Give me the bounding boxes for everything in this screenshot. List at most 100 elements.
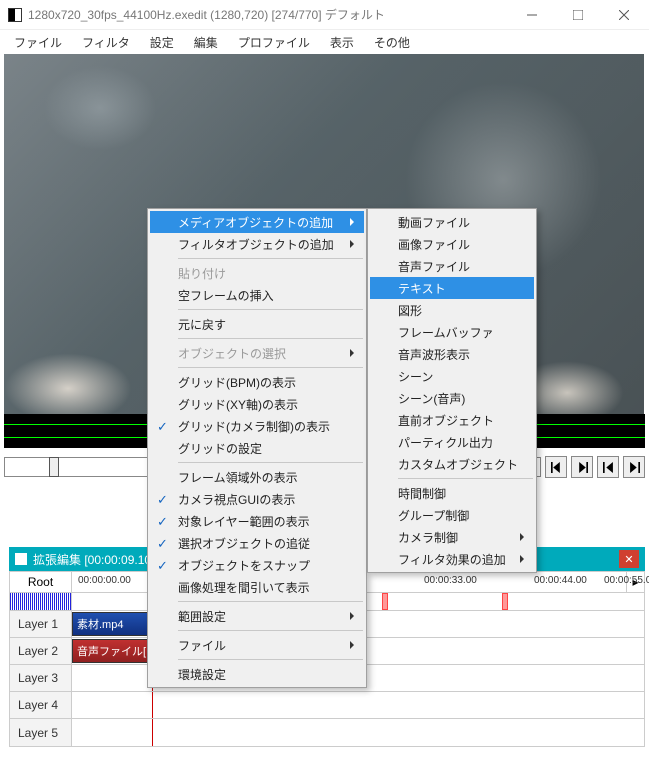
root-button[interactable]: Root: [10, 572, 72, 592]
submenu-arrow-icon: [350, 612, 358, 620]
layer-label[interactable]: Layer 2: [10, 638, 72, 664]
check-icon: ✓: [157, 558, 168, 574]
menu-item[interactable]: パーティクル出力: [370, 431, 534, 453]
last-frame-button[interactable]: [623, 456, 645, 478]
play-button[interactable]: [571, 456, 593, 478]
submenu-arrow-icon: [350, 240, 358, 248]
app-icon: [8, 8, 22, 22]
check-icon: ✓: [157, 536, 168, 552]
timeline-close-button[interactable]: ✕: [619, 550, 639, 568]
menu-separator: [178, 630, 363, 631]
range-marker[interactable]: [502, 593, 508, 610]
time-label: 00:00:00.00: [78, 575, 131, 586]
menu-separator: [178, 367, 363, 368]
menu-profile[interactable]: プロファイル: [228, 31, 320, 54]
layer-label[interactable]: Layer 3: [10, 665, 72, 691]
timeline-icon: [15, 553, 27, 565]
menu-item[interactable]: フレームバッファ: [370, 321, 534, 343]
menu-item[interactable]: ファイル: [150, 634, 364, 656]
menu-item[interactable]: 画像ファイル: [370, 233, 534, 255]
menu-item[interactable]: 音声ファイル: [370, 255, 534, 277]
maximize-button[interactable]: [555, 0, 601, 29]
close-button[interactable]: [601, 0, 647, 29]
seek-knob[interactable]: [49, 457, 59, 477]
time-label: 00:00:33.00: [424, 575, 477, 586]
check-icon: ✓: [157, 514, 168, 530]
menu-item[interactable]: カメラ制御: [370, 526, 534, 548]
titlebar: 1280x720_30fps_44100Hz.exedit (1280,720)…: [0, 0, 649, 30]
submenu-arrow-icon: [520, 533, 528, 541]
menu-item[interactable]: フィルタ効果の追加: [370, 548, 534, 570]
menu-separator: [178, 338, 363, 339]
menu-item[interactable]: グリッドの設定: [150, 437, 364, 459]
menu-item[interactable]: オブジェクトをスナップ✓: [150, 554, 364, 576]
menu-item[interactable]: 環境設定: [150, 663, 364, 685]
audio-clip[interactable]: 音声ファイル[: [72, 639, 152, 663]
layer-label[interactable]: Layer 1: [10, 611, 72, 637]
menu-separator: [178, 309, 363, 310]
menu-item: 貼り付け: [150, 262, 364, 284]
first-frame-button[interactable]: [597, 456, 619, 478]
menu-separator: [178, 659, 363, 660]
submenu-arrow-icon: [350, 641, 358, 649]
menu-filter[interactable]: フィルタ: [72, 31, 140, 54]
menu-item[interactable]: 動画ファイル: [370, 211, 534, 233]
menu-item[interactable]: 画像処理を間引いて表示: [150, 576, 364, 598]
menu-item[interactable]: フィルタオブジェクトの追加: [150, 233, 364, 255]
menu-item[interactable]: カスタムオブジェクト: [370, 453, 534, 475]
context-menu: メディアオブジェクトの追加フィルタオブジェクトの追加貼り付け空フレームの挿入元に…: [147, 208, 367, 688]
menu-item[interactable]: 時間制御: [370, 482, 534, 504]
menu-item[interactable]: シーン: [370, 365, 534, 387]
menu-file[interactable]: ファイル: [4, 31, 72, 54]
layer-row: Layer 4: [10, 692, 644, 719]
submenu-arrow-icon: [520, 555, 528, 563]
playhead[interactable]: [152, 692, 153, 718]
menu-settings[interactable]: 設定: [140, 31, 184, 54]
menu-separator: [178, 601, 363, 602]
menu-item[interactable]: 空フレームの挿入: [150, 284, 364, 306]
window-title: 1280x720_30fps_44100Hz.exedit (1280,720)…: [28, 6, 509, 23]
menu-separator: [398, 478, 533, 479]
menu-item[interactable]: 音声波形表示: [370, 343, 534, 365]
menu-item[interactable]: グリッド(XY軸)の表示: [150, 393, 364, 415]
menu-edit[interactable]: 編集: [184, 31, 228, 54]
context-submenu: 動画ファイル画像ファイル音声ファイルテキスト図形フレームバッファ音声波形表示シー…: [367, 208, 537, 573]
time-label: 00:00:44.00: [534, 575, 587, 586]
menu-separator: [178, 462, 363, 463]
check-icon: ✓: [157, 419, 168, 435]
minimize-button[interactable]: [509, 0, 555, 29]
wave-label: [10, 593, 72, 610]
menu-item[interactable]: 選択オブジェクトの追従✓: [150, 532, 364, 554]
menu-item[interactable]: フレーム領域外の表示: [150, 466, 364, 488]
layer-row: Layer 5: [10, 719, 644, 746]
menu-item[interactable]: グリッド(BPM)の表示: [150, 371, 364, 393]
playhead[interactable]: [152, 719, 153, 746]
menu-item[interactable]: 範囲設定: [150, 605, 364, 627]
range-marker[interactable]: [382, 593, 388, 610]
menu-item[interactable]: テキスト: [370, 277, 534, 299]
submenu-arrow-icon: [350, 218, 358, 226]
menu-item[interactable]: カメラ視点GUIの表示✓: [150, 488, 364, 510]
menu-separator: [178, 258, 363, 259]
menubar: ファイル フィルタ 設定 編集 プロファイル 表示 その他: [0, 30, 649, 54]
menu-item[interactable]: 図形: [370, 299, 534, 321]
submenu-arrow-icon: [350, 349, 358, 357]
menu-item[interactable]: 対象レイヤー範囲の表示✓: [150, 510, 364, 532]
menu-view[interactable]: 表示: [320, 31, 364, 54]
layer-track[interactable]: [72, 692, 644, 718]
prev-frame-button[interactable]: [545, 456, 567, 478]
menu-item: オブジェクトの選択: [150, 342, 364, 364]
video-clip[interactable]: 素材.mp4: [72, 612, 152, 636]
menu-item[interactable]: シーン(音声): [370, 387, 534, 409]
check-icon: ✓: [157, 492, 168, 508]
layer-track[interactable]: [72, 719, 644, 746]
layer-label[interactable]: Layer 4: [10, 692, 72, 718]
time-label: 00:00:55.0: [604, 575, 649, 586]
menu-other[interactable]: その他: [364, 31, 420, 54]
menu-item[interactable]: 直前オブジェクト: [370, 409, 534, 431]
layer-label[interactable]: Layer 5: [10, 719, 72, 746]
menu-item[interactable]: 元に戻す: [150, 313, 364, 335]
menu-item[interactable]: メディアオブジェクトの追加: [150, 211, 364, 233]
menu-item[interactable]: グループ制御: [370, 504, 534, 526]
menu-item[interactable]: グリッド(カメラ制御)の表示✓: [150, 415, 364, 437]
